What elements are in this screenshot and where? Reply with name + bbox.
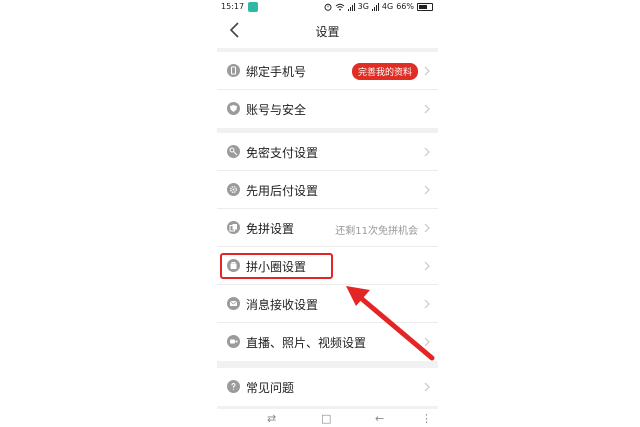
settings-item-label: 消息接收设置 [246,298,319,312]
nav-menu-button[interactable]: ⇄ [267,412,276,425]
message-icon [227,297,240,310]
wifi-icon [335,3,344,10]
settings-group-help: 常见问题 [217,368,438,406]
chevron-right-icon [424,66,430,76]
app-notification-icon [248,2,258,12]
settings-item-faq[interactable]: 常见问题 [217,368,438,406]
video-icon [227,335,240,348]
page-title: 设置 [315,25,340,39]
free-group-remaining-hint: 还剩11次免拼机会 [335,226,418,237]
highlight-box [220,253,333,279]
battery-icon [417,2,433,11]
status-time: 15:17 [221,2,245,11]
question-icon [227,380,240,393]
settings-item-pay-later[interactable]: 先用后付设置 [217,171,438,209]
chevron-right-icon [424,261,430,271]
settings-item-password-free-pay[interactable]: 免密支付设置 [217,133,438,171]
settings-item-label: 先用后付设置 [246,184,319,198]
settings-group-account: 绑定手机号 完善我的资料 账号与安全 [217,52,438,128]
status-right: 3G 4G 66% [324,2,433,11]
alarm-icon [324,3,332,11]
key-icon [227,145,240,158]
network-type-2: 4G [381,2,394,11]
status-bar: 15:17 3G 4G 66% [217,0,438,14]
settings-item-label: 常见问题 [246,381,295,395]
page-header: 设置 [217,14,438,48]
signal-icon-2 [371,2,379,11]
settings-item-label: 绑定手机号 [246,65,307,79]
nav-home-button[interactable]: □ [321,412,331,425]
phone-icon [227,64,240,77]
settings-item-label: 免拼设置 [246,222,295,236]
shield-icon [227,102,240,115]
settings-item-free-group[interactable]: 免拼设置 还剩11次免拼机会 [217,209,438,247]
system-nav-bar: ⇄ □ ← ⋮ [217,409,438,427]
network-type-1: 3G [357,2,369,11]
nav-more-button[interactable]: ⋮ [421,412,432,425]
screenshot-stage: 15:17 3G 4G 66% 设置 绑定手机号 完善我的资料 账号与安全 免密… [0,0,640,427]
profile-complete-badge[interactable]: 完善我的资料 [351,63,418,80]
signal-icon-1 [347,2,355,11]
phone-screen: 15:17 3G 4G 66% 设置 绑定手机号 完善我的资料 账号与安全 免密… [217,0,438,427]
settings-item-bind-phone[interactable]: 绑定手机号 完善我的资料 [217,52,438,90]
chevron-right-icon [424,104,430,114]
settings-item-account-security[interactable]: 账号与安全 [217,90,438,128]
chevron-right-icon [424,382,430,392]
settings-item-label: 账号与安全 [246,103,307,117]
gear-icon [227,183,240,196]
chevron-right-icon [424,223,430,233]
chevron-right-icon [424,147,430,157]
battery-percent: 66% [396,2,414,11]
annotation-arrow [346,286,435,361]
settings-item-label: 免密支付设置 [246,146,319,160]
nav-back-button[interactable]: ← [375,412,384,425]
copy-icon [227,221,240,234]
chevron-right-icon [424,185,430,195]
